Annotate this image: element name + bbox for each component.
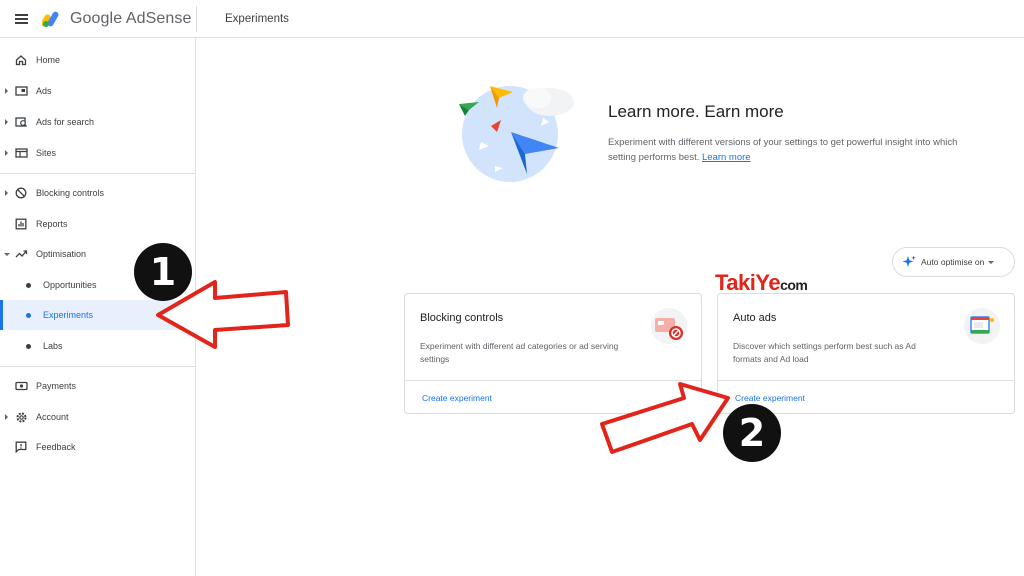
trending-up-icon (14, 247, 28, 261)
sidebar-item-ads[interactable]: Ads (0, 76, 195, 106)
sidebar-item-label: Payments (36, 381, 77, 391)
sidebar-item-experiments[interactable]: Experiments (0, 300, 195, 330)
learn-more-link[interactable]: Learn more (702, 152, 751, 163)
sidebar: Home Ads Ads for search Sites Blocking c… (0, 38, 196, 576)
sidebar-item-label: Account (36, 412, 69, 422)
sidebar-item-feedback[interactable]: Feedback (0, 432, 195, 462)
auto-optimise-label: Auto optimise on (921, 257, 985, 267)
card-title: Auto ads (733, 312, 777, 324)
auto-ads-illustration-icon (964, 308, 1000, 344)
sidebar-divider (0, 366, 195, 367)
sidebar-item-sites[interactable]: Sites (0, 138, 195, 168)
sidebar-item-labs[interactable]: Labs (0, 331, 195, 361)
sidebar-divider (0, 173, 195, 174)
expand-caret-icon (5, 414, 8, 420)
sidebar-item-ads-for-search[interactable]: Ads for search (0, 107, 195, 137)
sidebar-item-reports[interactable]: Reports (0, 209, 195, 239)
sidebar-item-payments[interactable]: Payments (0, 371, 195, 401)
create-experiment-button[interactable]: Create experiment (735, 393, 805, 403)
page: Google AdSense Experiments Home Ads Ads … (0, 0, 1024, 576)
sidebar-item-account[interactable]: Account (0, 402, 195, 432)
paper-planes-illustration (459, 86, 574, 182)
watermark-brand: TakiYe (715, 270, 781, 295)
feedback-icon (14, 440, 28, 454)
gear-icon (14, 410, 28, 424)
collapse-caret-icon (4, 252, 10, 256)
topbar-divider (196, 5, 197, 32)
expand-caret-icon (5, 88, 8, 94)
sidebar-item-label: Feedback (36, 442, 76, 452)
bullet-icon (26, 282, 31, 288)
top-bar: Google AdSense Experiments (0, 0, 1024, 38)
hero-description-text: Experiment with different versions of yo… (608, 137, 958, 163)
hero-description: Experiment with different versions of yo… (608, 135, 968, 165)
card-divider (405, 380, 701, 381)
sidebar-item-label: Home (36, 55, 61, 65)
sidebar-item-label: Blocking controls (36, 188, 105, 198)
expand-caret-icon (5, 190, 8, 196)
hero-title: Learn more. Earn more (608, 102, 784, 121)
menu-button[interactable] (0, 0, 42, 38)
card-description: Discover which settings perform best suc… (733, 341, 916, 364)
auto-optimise-button[interactable]: Auto optimise on (892, 247, 1015, 277)
adsense-logo[interactable]: Google AdSense (42, 0, 196, 38)
card-description: Experiment with different ad categories … (420, 341, 619, 364)
payments-icon (14, 379, 28, 393)
sidebar-item-home[interactable]: Home (0, 45, 195, 75)
card-divider (718, 380, 1014, 381)
step-1-badge: 1 (134, 243, 192, 301)
adsense-logo-icon (42, 11, 59, 27)
sidebar-item-label: Reports (36, 219, 68, 229)
page-title: Experiments (225, 12, 289, 25)
sites-icon (14, 146, 28, 160)
app-name: Google AdSense (70, 9, 192, 27)
sidebar-item-label: Ads (36, 86, 52, 96)
sidebar-item-label: Sites (36, 148, 57, 158)
home-icon (14, 53, 28, 67)
blocking-controls-card: Blocking controls Experiment with differ… (404, 293, 702, 414)
block-icon (14, 186, 28, 200)
create-experiment-button[interactable]: Create experiment (422, 393, 492, 403)
chevron-down-icon (988, 260, 995, 264)
hamburger-icon (14, 17, 28, 20)
ads-icon (14, 84, 28, 98)
reports-icon (14, 217, 28, 231)
sidebar-item-label: Optimisation (36, 249, 87, 259)
auto-ads-card: Auto ads Discover which settings perform… (717, 293, 1015, 414)
blocking-illustration-icon (651, 308, 687, 344)
bullet-icon (26, 343, 31, 349)
expand-caret-icon (5, 150, 8, 156)
sidebar-item-label: Experiments (43, 310, 94, 320)
sidebar-item-label: Labs (43, 341, 63, 351)
sidebar-item-blocking-controls[interactable]: Blocking controls (0, 178, 195, 208)
bullet-icon (26, 312, 31, 318)
expand-caret-icon (5, 119, 8, 125)
watermark-suffix: com (780, 277, 808, 293)
sidebar-item-label: Ads for search (36, 117, 95, 127)
step-2-badge: 2 (723, 404, 781, 462)
ads-for-search-icon (14, 115, 28, 129)
sparkle-icon (902, 255, 916, 267)
card-title: Blocking controls (420, 312, 504, 324)
sidebar-item-label: Opportunities (43, 280, 97, 290)
